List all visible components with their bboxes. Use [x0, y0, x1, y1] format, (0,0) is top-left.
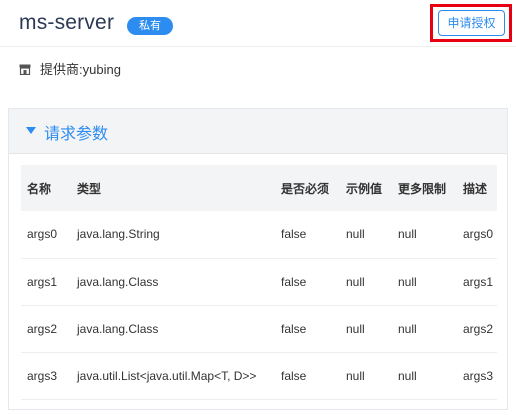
cell-example: null — [346, 321, 365, 336]
header-divider — [0, 46, 516, 47]
table-row: args1 java.lang.Class false null null ar… — [21, 258, 497, 305]
column-header-name: 名称 — [27, 181, 52, 196]
panel-title[interactable]: 请求参数 — [44, 120, 108, 144]
table-row: args3 java.util.List<java.util.Map<T, D>… — [21, 352, 497, 399]
cell-type: java.util.List<java.util.Map<T, D>> — [77, 368, 257, 383]
provider-text: 提供商:yubing — [40, 62, 121, 77]
store-icon — [19, 63, 31, 76]
page-header: ms-server 私有 申请授权 — [0, 0, 516, 46]
panel-header[interactable]: 请求参数 — [9, 109, 507, 154]
table-header-row: 名称 类型 是否必须 示例值 更多限制 描述 — [21, 165, 497, 211]
cell-example: null — [346, 274, 365, 289]
cell-example: null — [346, 227, 365, 242]
cell-required: false — [281, 274, 307, 289]
cell-name: args0 — [27, 227, 58, 242]
table-row: args2 java.lang.Class false null null ar… — [21, 305, 497, 352]
cell-type: java.lang.Class — [77, 321, 159, 336]
table-row: args0 java.lang.String false null null a… — [21, 211, 497, 258]
cell-more-limits: null — [398, 227, 417, 242]
cell-description: args3 — [463, 368, 494, 383]
column-header-more-limits: 更多限制 — [398, 181, 447, 196]
cell-required: false — [281, 321, 307, 336]
cell-name: args3 — [27, 368, 58, 383]
cell-name: args1 — [27, 274, 58, 289]
cell-description: args0 — [463, 227, 494, 242]
apply-authorization-button[interactable]: 申请授权 — [438, 10, 505, 36]
provider-info: 提供商:yubing — [19, 59, 121, 78]
params-table: 名称 类型 是否必须 示例值 更多限制 描述 args0 java.lang.S… — [21, 165, 497, 400]
cell-type: java.lang.String — [77, 227, 160, 242]
cell-required: false — [281, 368, 307, 383]
cell-more-limits: null — [398, 321, 417, 336]
page-title: ms-server — [19, 11, 115, 34]
request-params-panel: 请求参数 名称 类型 是否必须 示例值 更多限制 描述 args0 java.l… — [8, 108, 508, 410]
cell-more-limits: null — [398, 274, 417, 289]
cell-type: java.lang.Class — [77, 274, 159, 289]
cell-required: false — [281, 227, 307, 242]
column-header-description: 描述 — [463, 181, 488, 196]
caret-down-icon[interactable] — [26, 127, 36, 134]
cell-description: args1 — [463, 274, 494, 289]
column-header-required: 是否必须 — [281, 181, 330, 196]
cell-example: null — [346, 368, 365, 383]
cell-more-limits: null — [398, 368, 417, 383]
cell-name: args2 — [27, 321, 58, 336]
private-badge: 私有 — [127, 17, 173, 35]
cell-description: args2 — [463, 321, 494, 336]
column-header-type: 类型 — [77, 181, 102, 196]
column-header-example: 示例值 — [346, 181, 383, 196]
